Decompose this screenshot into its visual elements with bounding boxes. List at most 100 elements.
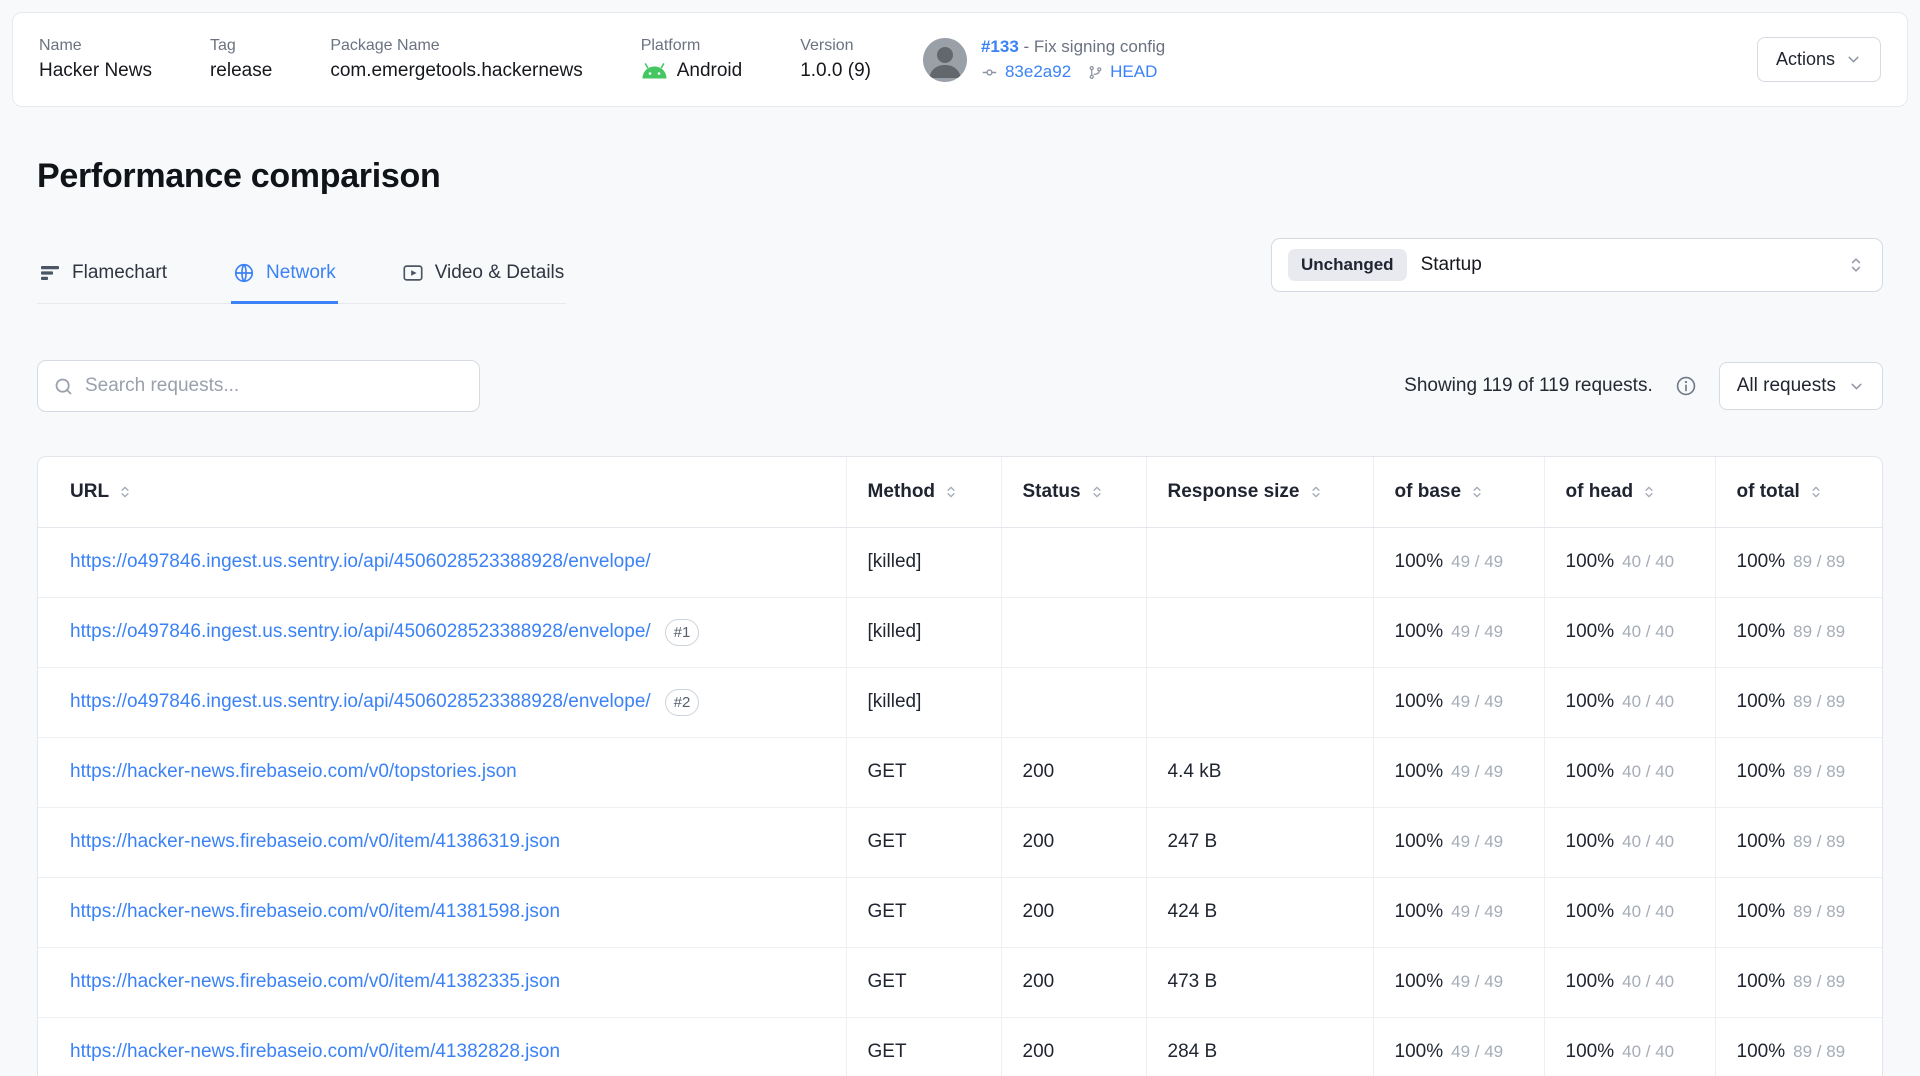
of-head-pct: 100% xyxy=(1566,691,1615,712)
sort-icon xyxy=(1470,485,1484,499)
of-head-pct: 100% xyxy=(1566,971,1615,992)
of-head-frac: 40 / 40 xyxy=(1622,972,1674,991)
branch-link[interactable]: HEAD xyxy=(1110,62,1157,82)
field-label: Version xyxy=(800,37,871,55)
request-url-link[interactable]: https://o497846.ingest.us.sentry.io/api/… xyxy=(70,551,651,572)
of-total-frac: 89 / 89 xyxy=(1793,552,1845,571)
commit-icon xyxy=(981,64,998,81)
tab-network[interactable]: Network xyxy=(231,258,338,304)
size-cell xyxy=(1146,597,1373,667)
of-total-frac: 89 / 89 xyxy=(1793,1042,1845,1061)
of-base-frac: 49 / 49 xyxy=(1451,762,1503,781)
tab-label: Video & Details xyxy=(435,262,565,284)
request-url-link[interactable]: https://hacker-news.firebaseio.com/v0/to… xyxy=(70,761,517,782)
of-head-frac: 40 / 40 xyxy=(1622,1042,1674,1061)
table-row: https://hacker-news.firebaseio.com/v0/it… xyxy=(38,1017,1883,1076)
field-name: Name Hacker News xyxy=(39,37,152,82)
size-cell xyxy=(1146,667,1373,737)
request-url-link[interactable]: https://o497846.ingest.us.sentry.io/api/… xyxy=(70,621,651,642)
table-row: https://hacker-news.firebaseio.com/v0/it… xyxy=(38,807,1883,877)
of-total-frac: 89 / 89 xyxy=(1793,762,1845,781)
column-header-method[interactable]: Method xyxy=(846,457,1001,527)
tabs-row: Flamechart Network Video & Details Uncha… xyxy=(37,238,1883,304)
of-base-frac: 49 / 49 xyxy=(1451,1042,1503,1061)
of-base-cell: 100%49 / 49 xyxy=(1373,667,1544,737)
requests-table: URL Method Status Response size of base … xyxy=(37,456,1883,1076)
field-tag: Tag release xyxy=(210,37,272,82)
field-label: Package Name xyxy=(330,37,582,55)
field-label: Tag xyxy=(210,37,272,55)
of-base-cell: 100%49 / 49 xyxy=(1373,1017,1544,1076)
request-url-link[interactable]: https://o497846.ingest.us.sentry.io/api/… xyxy=(70,691,651,712)
of-head-frac: 40 / 40 xyxy=(1622,692,1674,711)
of-base-pct: 100% xyxy=(1395,831,1444,852)
of-total-frac: 89 / 89 xyxy=(1793,692,1845,711)
of-base-frac: 49 / 49 xyxy=(1451,622,1503,641)
of-head-pct: 100% xyxy=(1566,1041,1615,1062)
of-head-cell: 100%40 / 40 xyxy=(1544,877,1715,947)
info-icon[interactable] xyxy=(1675,375,1697,397)
chevron-down-icon xyxy=(1845,51,1862,68)
of-head-pct: 100% xyxy=(1566,551,1615,572)
column-header-of-base[interactable]: of base xyxy=(1373,457,1544,527)
column-header-of-head[interactable]: of head xyxy=(1544,457,1715,527)
size-cell: 424 B xyxy=(1146,877,1373,947)
of-base-frac: 49 / 49 xyxy=(1451,832,1503,851)
search-icon xyxy=(53,376,74,397)
of-head-cell: 100% 40 / 40 xyxy=(1544,667,1715,737)
branch-icon xyxy=(1088,64,1103,81)
request-index-badge: #1 xyxy=(665,619,700,646)
method-cell: [killed] xyxy=(846,667,1001,737)
of-total-cell: 100%89 / 89 xyxy=(1715,527,1883,597)
request-url-link[interactable]: https://hacker-news.firebaseio.com/v0/it… xyxy=(70,831,560,852)
size-cell: 247 B xyxy=(1146,807,1373,877)
build-number-link[interactable]: #133 xyxy=(981,37,1019,56)
url-cell: https://hacker-news.firebaseio.com/v0/it… xyxy=(38,947,846,1017)
request-index-badge: #2 xyxy=(665,689,700,716)
column-label: Response size xyxy=(1168,481,1300,503)
globe-icon xyxy=(233,262,255,284)
video-icon xyxy=(402,262,424,284)
avatar xyxy=(923,38,967,82)
of-head-pct: 100% xyxy=(1566,901,1615,922)
table-row: https://hacker-news.firebaseio.com/v0/it… xyxy=(38,947,1883,1017)
request-url-link[interactable]: https://hacker-news.firebaseio.com/v0/it… xyxy=(70,971,560,992)
tab-list: Flamechart Network Video & Details xyxy=(37,258,566,304)
table-row: https://hacker-news.firebaseio.com/v0/it… xyxy=(38,877,1883,947)
tab-video-details[interactable]: Video & Details xyxy=(400,258,567,304)
request-url-link[interactable]: https://hacker-news.firebaseio.com/v0/it… xyxy=(70,1041,560,1062)
of-base-pct: 100% xyxy=(1395,621,1444,642)
filter-label: All requests xyxy=(1737,375,1836,397)
of-total-frac: 89 / 89 xyxy=(1793,622,1845,641)
commit-link[interactable]: 83e2a92 xyxy=(1005,62,1071,82)
tab-flamechart[interactable]: Flamechart xyxy=(37,258,169,304)
url-cell: https://hacker-news.firebaseio.com/v0/it… xyxy=(38,1017,846,1076)
actions-button[interactable]: Actions xyxy=(1757,37,1881,82)
flamechart-icon xyxy=(39,262,61,284)
request-filter-button[interactable]: All requests xyxy=(1719,362,1883,410)
android-icon xyxy=(641,63,668,79)
request-url-link[interactable]: https://hacker-news.firebaseio.com/v0/it… xyxy=(70,901,560,922)
of-total-pct: 100% xyxy=(1737,1041,1786,1062)
page-title: Performance comparison xyxy=(37,157,1883,196)
of-total-pct: 100% xyxy=(1737,901,1786,922)
of-head-pct: 100% xyxy=(1566,831,1615,852)
table-row: https://o497846.ingest.us.sentry.io/api/… xyxy=(38,527,1883,597)
column-header-status[interactable]: Status xyxy=(1001,457,1146,527)
search-box xyxy=(37,360,480,412)
url-cell: https://o497846.ingest.us.sentry.io/api/… xyxy=(38,667,846,737)
column-header-of-total[interactable]: of total xyxy=(1715,457,1883,527)
of-head-pct: 100% xyxy=(1566,621,1615,642)
requests-toolbar: Showing 119 of 119 requests. All request… xyxy=(37,360,1883,412)
column-header-response-size[interactable]: Response size xyxy=(1146,457,1373,527)
of-base-pct: 100% xyxy=(1395,761,1444,782)
status-cell: 200 xyxy=(1001,947,1146,1017)
of-total-pct: 100% xyxy=(1737,761,1786,782)
sort-icon xyxy=(118,485,132,499)
sort-icon xyxy=(1642,485,1656,499)
of-total-cell: 100%89 / 89 xyxy=(1715,667,1883,737)
of-base-cell: 100% 49 / 49 xyxy=(1373,597,1544,667)
search-input[interactable] xyxy=(85,375,464,397)
column-header-url[interactable]: URL xyxy=(38,457,846,527)
comparison-select[interactable]: Unchanged Startup xyxy=(1271,238,1883,292)
